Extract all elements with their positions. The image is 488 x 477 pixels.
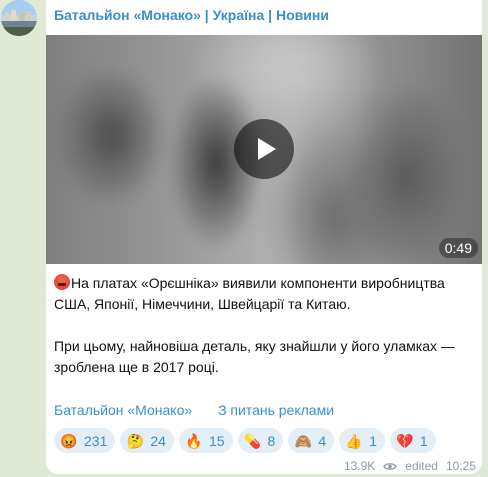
ads-link[interactable]: З питань реклами bbox=[218, 402, 334, 418]
message-paragraph-1: На платах «Орєшніка» виявили компоненти … bbox=[54, 273, 474, 315]
play-icon bbox=[258, 138, 276, 160]
edited-label: edited bbox=[405, 459, 438, 473]
reaction-fire[interactable]: 🔥 15 bbox=[178, 428, 233, 453]
message-paragraph-2: При цьому, найновіша деталь, яку знайшли… bbox=[54, 338, 455, 375]
play-button[interactable] bbox=[234, 119, 294, 179]
reaction-count: 8 bbox=[267, 432, 276, 449]
broken-heart-icon: 💔 bbox=[396, 432, 414, 449]
video-duration: 0:49 bbox=[438, 238, 478, 258]
reaction-thumbs-up[interactable]: 👍 1 bbox=[339, 428, 385, 453]
message-bubble: Батальйон «Монако» | Україна | Новини 0:… bbox=[46, 0, 482, 474]
view-count: 13.9K bbox=[343, 459, 376, 473]
channel-title[interactable]: Батальйон «Монако» | Україна | Новини bbox=[54, 7, 329, 23]
reaction-count: 24 bbox=[150, 432, 166, 449]
rage-face-icon bbox=[54, 274, 70, 290]
reaction-count: 231 bbox=[84, 432, 108, 449]
channel-avatar[interactable] bbox=[1, 0, 37, 36]
thinking-face-icon: 🤔 bbox=[126, 432, 145, 449]
reaction-rage[interactable]: 😡 231 bbox=[54, 428, 116, 453]
reaction-count: 15 bbox=[208, 432, 225, 449]
message-links: Батальйон «Монако» З питань реклами bbox=[54, 402, 334, 418]
message-paragraph-1-text: На платах «Орєшніка» виявили компоненти … bbox=[54, 275, 445, 312]
eye-icon bbox=[383, 462, 398, 470]
reaction-pill[interactable]: 💊 8 bbox=[237, 428, 284, 453]
reaction-count: 1 bbox=[419, 432, 428, 449]
video-player[interactable]: 0:49 bbox=[46, 35, 482, 264]
thumbs-up-icon: 👍 bbox=[345, 432, 363, 449]
reaction-count: 1 bbox=[369, 432, 377, 449]
see-no-evil-monkey-icon: 🙈 bbox=[294, 432, 313, 449]
rage-face-icon: 😡 bbox=[60, 432, 78, 449]
fire-icon: 🔥 bbox=[185, 432, 203, 449]
reaction-thinking[interactable]: 🤔 24 bbox=[120, 428, 174, 453]
reaction-count: 4 bbox=[318, 432, 327, 449]
avatar-image bbox=[1, 0, 37, 36]
channel-link[interactable]: Батальйон «Монако» bbox=[54, 402, 192, 418]
message-time: 10:25 bbox=[445, 459, 476, 473]
pill-icon: 💊 bbox=[243, 432, 262, 449]
reaction-broken-heart[interactable]: 💔 1 bbox=[389, 428, 436, 453]
reactions-bar: 😡 231 🤔 24 🔥 15 💊 8 🙈 4 👍 1 💔 1 bbox=[54, 428, 436, 453]
message-text: На платах «Орєшніка» виявили компоненти … bbox=[54, 273, 474, 378]
reaction-monkey[interactable]: 🙈 4 bbox=[288, 428, 335, 453]
message-meta: 13.9K edited 10:25 bbox=[344, 459, 476, 473]
